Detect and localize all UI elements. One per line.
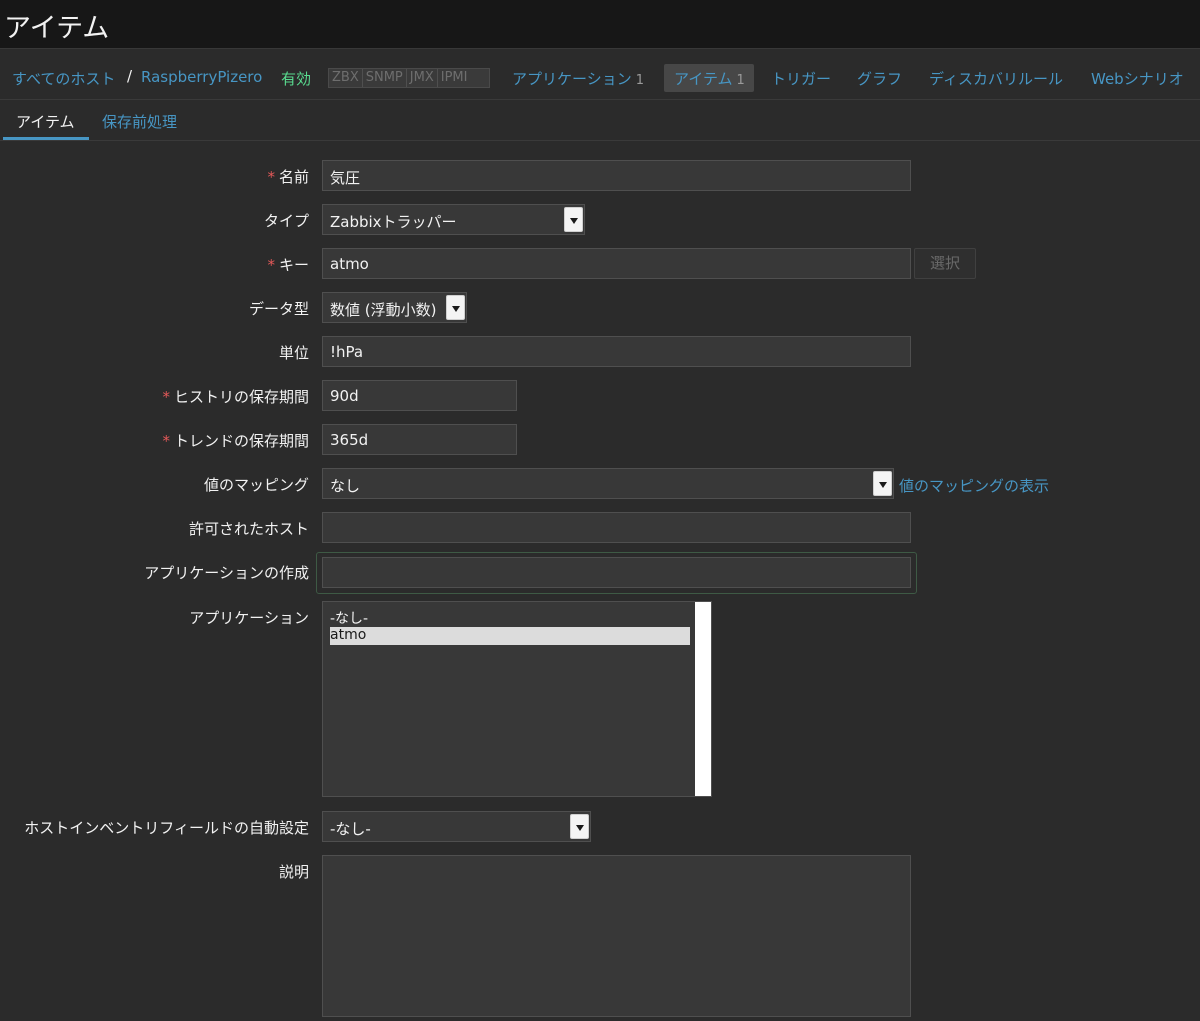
key-label-text: キー [278,256,309,274]
inventory-label: ホストインベントリフィールドの自動設定 [24,819,309,837]
type-select-value: Zabbixトラッパー [330,213,457,231]
valuemap-select[interactable]: なし [322,468,894,499]
required-mark: * [162,432,170,450]
nav-items-label: アイテム [674,70,733,88]
allowed-hosts-label: 許可されたホスト [188,520,309,538]
show-value-mappings-link[interactable]: 値のマッピングの表示 [899,475,1049,496]
applications-label: アプリケーション [189,609,309,627]
application-option-none[interactable]: -なし- [330,608,368,628]
listbox-scrollbar[interactable] [695,602,711,796]
chevron-down-icon [446,295,465,320]
type-label: タイプ [263,212,309,230]
chevron-down-icon [570,814,589,839]
nav-applications-count: 1 [635,73,644,88]
data-type-label: データ型 [248,300,309,318]
name-label-text: 名前 [278,168,309,186]
required-mark: * [267,168,275,186]
page: アイテム すべてのホスト / RaspberryPizero 有効 ZBX SN… [0,0,1200,1021]
key-input[interactable]: atmo [322,248,911,279]
valuemap-label: 値のマッピング [203,476,309,494]
inventory-select-value: -なし- [330,820,371,838]
breadcrumb-separator: / [127,67,133,85]
jmx-badge: JMX [407,69,438,87]
application-option-atmo[interactable]: atmo [330,627,366,643]
availability-badges: ZBX SNMP JMX IPMI [328,68,490,88]
description-textarea[interactable] [322,855,911,1017]
history-label-text: ヒストリの保存期間 [173,388,309,406]
history-label: * ヒストリの保存期間 [162,386,309,407]
tab-preprocessing[interactable]: 保存前処理 [102,111,177,132]
ipmi-badge: IPMI [440,70,468,85]
zbx-badge: ZBX [329,69,363,87]
trends-label-text: トレンドの保存期間 [173,432,309,450]
allowed-hosts-input[interactable] [322,512,911,543]
trends-label: * トレンドの保存期間 [162,430,309,451]
application-option-highlight [330,627,690,645]
tabs-divider [0,140,1200,141]
valuemap-select-value: なし [330,477,361,495]
trends-input[interactable]: 365d [322,424,517,455]
new-application-input[interactable] [322,557,911,588]
name-label: * 名前 [267,166,309,187]
nav-web-scenarios[interactable]: Webシナリオ [1091,68,1184,89]
key-select-button[interactable]: 選択 [914,248,976,279]
data-type-select[interactable]: 数値 (浮動小数) [322,292,467,323]
snmp-badge: SNMP [363,69,407,87]
tab-item[interactable]: アイテム [16,111,75,132]
name-input[interactable]: 気圧 [322,160,911,191]
units-input[interactable]: !hPa [322,336,911,367]
host-status-enabled[interactable]: 有効 [281,68,311,89]
history-input[interactable]: 90d [322,380,517,411]
required-mark: * [162,388,170,406]
chevron-down-icon [564,207,583,232]
inventory-select[interactable]: -なし- [322,811,591,842]
required-mark: * [267,256,275,274]
description-label: 説明 [278,863,309,881]
nav-applications-label: アプリケーション [512,70,632,88]
new-application-label: アプリケーションの作成 [144,564,309,582]
type-select[interactable]: Zabbixトラッパー [322,204,585,235]
nav-discovery-rules[interactable]: ディスカバリルール [929,68,1063,89]
breadcrumb-all-hosts[interactable]: すべてのホスト [12,68,115,89]
nav-graphs[interactable]: グラフ [857,68,902,89]
data-type-select-value: 数値 (浮動小数) [330,301,437,319]
page-header: アイテム [0,0,1200,49]
breadcrumb-host[interactable]: RaspberryPizero [141,68,262,86]
applications-listbox[interactable]: -なし- atmo [322,601,712,797]
nav-items[interactable]: アイテム 1 [674,68,745,89]
nav-applications[interactable]: アプリケーション 1 [512,68,644,89]
nav-items-count: 1 [736,73,745,88]
page-title: アイテム [4,13,110,44]
chevron-down-icon [873,471,892,496]
key-label: * キー [267,254,309,275]
units-label: 単位 [278,344,309,362]
nav-triggers[interactable]: トリガー [771,68,831,89]
